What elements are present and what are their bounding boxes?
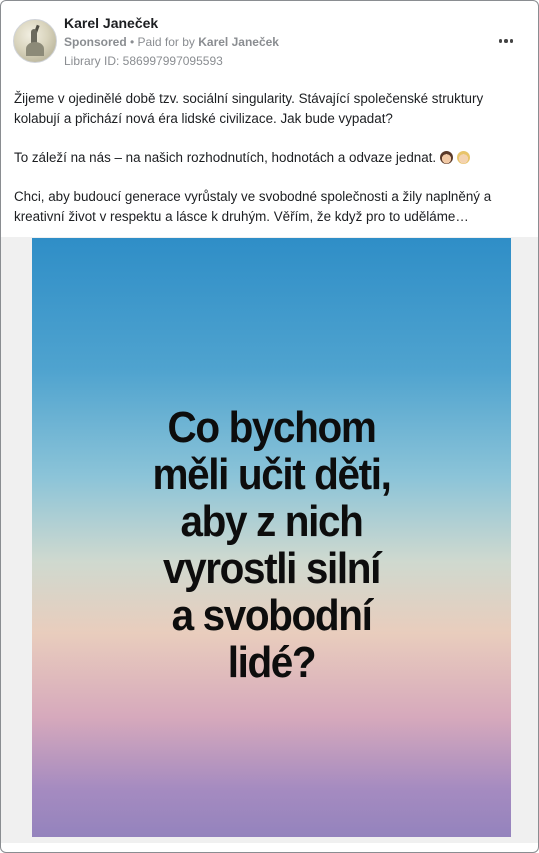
post-paragraph: To záleží na nás – na našich rozhodnutíc…	[14, 150, 437, 165]
poster-line: a svobodní	[171, 591, 373, 640]
poster-line: vyrostli silní	[163, 544, 381, 593]
post-text: Žijeme v ojedinělé době tzv. sociální si…	[14, 89, 514, 246]
post-paragraph: Chci, aby budoucí generace vyrůstaly ve …	[14, 189, 492, 224]
post-paragraph: Žijeme v ojedinělé době tzv. sociální si…	[14, 91, 484, 126]
poster-line: aby z nich	[180, 497, 364, 546]
poster-headline: Co bychom měli učit děti, aby z nich vyr…	[51, 404, 492, 686]
profile-avatar[interactable]	[13, 19, 57, 63]
author-name[interactable]: Karel Janeček	[64, 15, 158, 31]
girl-emoji-icon	[440, 151, 454, 164]
ad-image[interactable]: Co bychom měli učit děti, aby z nich vyr…	[32, 238, 511, 837]
sponsored-line: Sponsored • Paid for by Karel Janeček	[64, 35, 279, 49]
poster-line: lidé?	[227, 638, 317, 687]
avatar-pedestal	[26, 42, 44, 56]
library-id: Library ID: 586997997095593	[64, 54, 223, 68]
poster-line: měli učit děti,	[152, 450, 392, 499]
paid-for-name[interactable]: Karel Janeček	[198, 35, 279, 49]
paid-for-prefix: • Paid for by	[126, 35, 199, 49]
poster-line: Co bychom	[167, 403, 376, 452]
post-header: Karel Janeček Sponsored • Paid for by Ka…	[13, 13, 526, 73]
boy-emoji-icon	[457, 151, 471, 164]
sponsored-label: Sponsored	[64, 35, 127, 49]
more-options-icon[interactable]	[494, 33, 518, 49]
post-paragraph-with-emoji: To záleží na nás – na našich rozhodnutíc…	[14, 148, 514, 168]
sponsored-post-card: Karel Janeček Sponsored • Paid for by Ka…	[0, 0, 539, 853]
